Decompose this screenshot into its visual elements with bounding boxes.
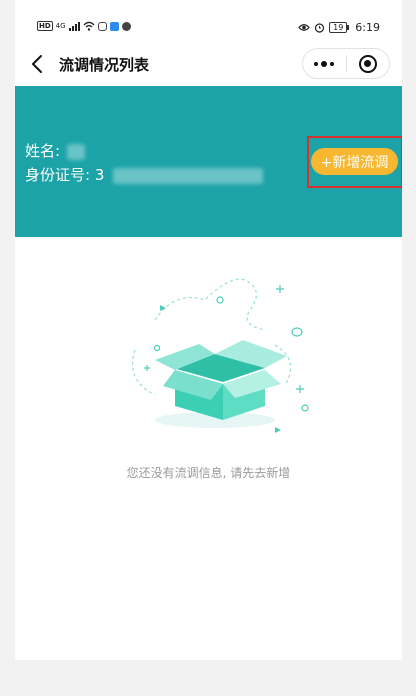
user-info-panel: 姓名: 身份证号: 3 +新增流调 — [15, 86, 402, 237]
add-tracing-button[interactable]: +新增流调 — [311, 148, 398, 175]
hd-badge: HD — [37, 21, 53, 31]
more-dots-icon — [314, 60, 335, 67]
screen: HD 4G 19 6:19 流调情况列表 姓名: 身份证号: 3 +新增流调 您… — [15, 0, 402, 660]
target-icon — [358, 54, 377, 73]
back-arrow-icon[interactable] — [29, 54, 47, 74]
app-notification-icon — [109, 21, 119, 31]
id-prefix: 3 — [94, 166, 105, 184]
id-row: 身份证号: 3 — [25, 164, 264, 185]
id-label: 身份证号: — [25, 166, 91, 184]
alarm-icon — [315, 23, 325, 33]
eye-icon — [298, 24, 310, 31]
status-left: HD 4G — [37, 21, 131, 31]
nav-bar: 流调情况列表 — [15, 42, 402, 86]
name-label: 姓名: — [25, 142, 61, 160]
battery-icon: 19 — [329, 22, 350, 33]
app-notification-icon — [97, 21, 107, 31]
miniprogram-capsule — [302, 48, 390, 79]
empty-state-message: 您还没有流调信息, 请先去新增 — [126, 466, 291, 480]
signal-icon — [68, 21, 80, 31]
network-type: 4G — [55, 22, 66, 30]
wifi-icon — [83, 21, 95, 31]
clock: 6:19 — [355, 21, 380, 34]
name-row: 姓名: — [25, 140, 85, 161]
chat-notification-icon — [121, 21, 131, 31]
id-redacted — [113, 167, 264, 184]
status-bar: HD 4G 19 6:19 — [15, 0, 402, 40]
more-button[interactable] — [303, 49, 346, 78]
close-miniprogram-button[interactable] — [346, 49, 389, 78]
status-right: 19 6:19 — [298, 21, 380, 34]
empty-box-icon — [131, 278, 309, 433]
page-title: 流调情况列表 — [59, 56, 150, 74]
name-redacted — [66, 143, 85, 160]
